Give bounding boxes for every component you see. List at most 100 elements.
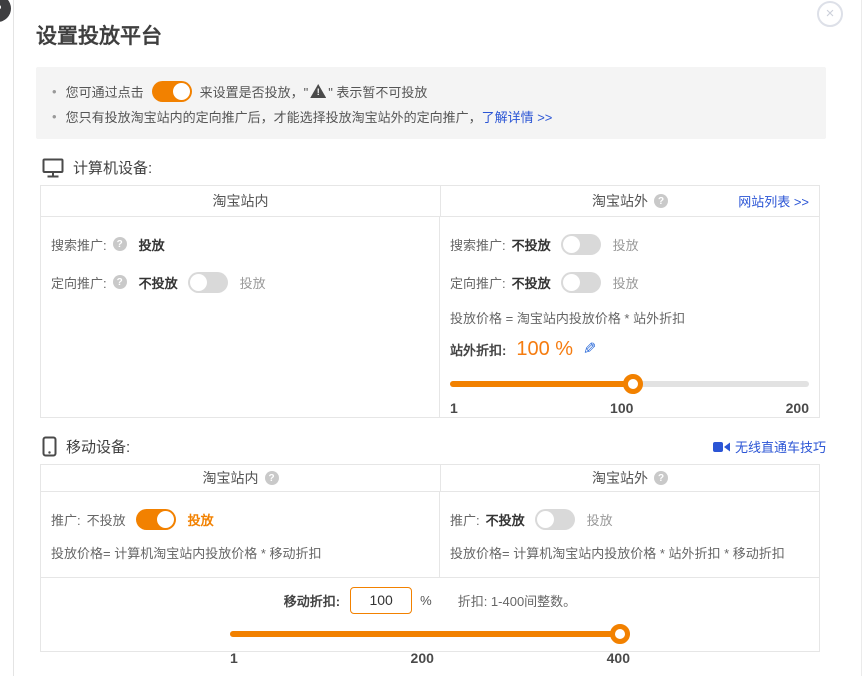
site-list-link[interactable]: 网站列表 >> — [738, 192, 809, 211]
toggle-knob — [563, 236, 580, 253]
off-state-label: 不投放 — [139, 273, 178, 292]
discount-label: 站外折扣: — [450, 340, 506, 359]
help-icon[interactable]: ? — [113, 275, 127, 289]
mobile-section-head: 移动设备: 无线直通车技巧 — [42, 436, 826, 457]
mobile-discount-slider: 1 200 400 — [220, 624, 640, 666]
computer-table: 淘宝站内 淘宝站外 ? 网站列表 >> 搜索推广: ? 投放 定向推广: ? 不… — [40, 185, 820, 418]
slider-labels: 1 200 400 — [230, 650, 630, 666]
slider-min-label: 1 — [230, 650, 238, 666]
percent-unit-label: % — [420, 593, 432, 608]
monitor-icon — [42, 158, 64, 178]
page-title: 设置投放平台 — [36, 20, 826, 50]
mobile-offsite-toggle[interactable] — [535, 509, 575, 530]
row-label: 搜索推广: — [51, 235, 107, 254]
on-state-label: 投放 — [613, 273, 639, 292]
search-promo-row: 搜索推广: 不投放 投放 — [440, 225, 819, 263]
on-state-label: 投放 — [188, 510, 214, 529]
mobile-offsite-cell: 推广: 不投放 投放 投放价格= 计算机淘宝站内投放价格 * 站外折扣 * 移动… — [440, 492, 819, 577]
header-label: 淘宝站内 — [203, 468, 259, 488]
off-state-label: 不投放 — [87, 510, 126, 529]
phone-icon — [42, 436, 57, 457]
off-state-label: 不投放 — [512, 273, 551, 292]
close-button[interactable]: × — [817, 1, 843, 27]
bullet-icon: • — [52, 109, 57, 124]
notice-text: 您可通过点击 — [66, 82, 144, 101]
mobile-onsite-price-formula: 投放价格= 计算机淘宝站内投放价格 * 移动折扣 — [41, 541, 439, 563]
target-promo-row: 定向推广: ? 不投放 投放 — [41, 263, 439, 301]
row-label: 推广: — [450, 510, 480, 529]
wireless-tips-link[interactable]: 无线直通车技巧 — [713, 437, 826, 456]
toggle-knob — [563, 274, 580, 291]
computer-section-title: 计算机设备: — [73, 157, 152, 178]
off-state-label: 不投放 — [486, 510, 525, 529]
warning-triangle-icon: ! — [310, 84, 326, 98]
row-label: 推广: — [51, 510, 81, 529]
mobile-discount-input[interactable] — [350, 587, 412, 614]
slider-mid-label: 200 — [411, 650, 434, 666]
header-taobao-onsite: 淘宝站内 ? — [41, 465, 441, 491]
notice-text: 来设置是否投放，" — [200, 82, 309, 101]
on-state-label: 投放 — [587, 510, 613, 529]
toggle-knob — [173, 83, 190, 100]
header-label: 淘宝站外 — [592, 468, 648, 488]
mobile-discount-label: 移动折扣: — [284, 591, 340, 610]
row-label: 定向推广: — [51, 273, 107, 292]
discount-value: 100 % — [516, 338, 573, 361]
toggle-knob — [190, 274, 207, 291]
target-promo-toggle[interactable] — [188, 272, 228, 293]
mobile-section-title: 移动设备: — [66, 436, 130, 457]
header-taobao-offsite: 淘宝站外 ? — [441, 465, 819, 491]
mobile-discount-line: 移动折扣: % 折扣: 1-400间整数。 — [41, 586, 819, 614]
mobile-table: 淘宝站内 ? 淘宝站外 ? 推广: 不投放 投放 投放价格= 计算机淘宝站内投放… — [40, 464, 820, 652]
demo-toggle[interactable] — [152, 81, 192, 102]
offsite-discount-line: 站外折扣: 100 % ✎ — [440, 334, 819, 364]
offsite-target-toggle[interactable] — [561, 272, 601, 293]
mobile-table-body: 推广: 不投放 投放 投放价格= 计算机淘宝站内投放价格 * 移动折扣 推广: … — [41, 492, 819, 577]
video-camera-icon — [713, 441, 730, 453]
promo-row: 推广: 不投放 投放 — [440, 500, 819, 538]
slider-max-label: 400 — [607, 650, 630, 666]
help-icon[interactable]: ? — [265, 471, 279, 485]
computer-table-header: 淘宝站内 淘宝站外 ? 网站列表 >> — [41, 186, 819, 217]
discount-range-hint: 折扣: 1-400间整数。 — [458, 591, 576, 610]
computer-offsite-cell: 搜索推广: 不投放 投放 定向推广: 不投放 投放 投放价格 = 淘宝站内投放价… — [440, 217, 819, 417]
wireless-tips-label: 无线直通车技巧 — [735, 437, 826, 456]
row-label: 搜索推广: — [450, 235, 506, 254]
promo-row: 推广: 不投放 投放 — [41, 500, 439, 538]
slider-handle[interactable] — [610, 624, 630, 644]
learn-more-link[interactable]: 了解详情 >> — [482, 107, 553, 126]
bullet-icon: • — [52, 84, 57, 99]
slider-mid-label: 100 — [610, 400, 633, 416]
mobile-offsite-price-formula: 投放价格= 计算机淘宝站内投放价格 * 站外折扣 * 移动折扣 — [440, 541, 819, 563]
mobile-onsite-toggle[interactable] — [136, 509, 176, 530]
on-state-label: 投放 — [613, 235, 639, 254]
notice-line-2: • 您只有投放淘宝站内的定向推广后，才能选择投放淘宝站外的定向推广， 了解详情 … — [52, 104, 810, 128]
notice-text: 您只有投放淘宝站内的定向推广后，才能选择投放淘宝站外的定向推广， — [66, 107, 482, 126]
computer-table-body: 搜索推广: ? 投放 定向推广: ? 不投放 投放 搜索推广: 不投放 投放 — [41, 217, 819, 417]
slider-max-label: 200 — [786, 400, 809, 416]
slider-min-label: 1 — [450, 400, 458, 416]
computer-section-head: 计算机设备: — [42, 157, 826, 178]
target-promo-row: 定向推广: 不投放 投放 — [440, 263, 819, 301]
set-platform-dialog: × 设置投放平台 • 您可通过点击 来设置是否投放，" ! " 表示暂不可投放 … — [0, 0, 864, 652]
mobile-discount-section: 移动折扣: % 折扣: 1-400间整数。 1 200 400 — [41, 577, 819, 651]
notice-line-1: • 您可通过点击 来设置是否投放，" ! " 表示暂不可投放 — [52, 78, 810, 104]
header-taobao-offsite: 淘宝站外 ? 网站列表 >> — [441, 186, 819, 216]
toggle-knob — [537, 511, 554, 528]
mobile-onsite-cell: 推广: 不投放 投放 投放价格= 计算机淘宝站内投放价格 * 移动折扣 — [41, 492, 440, 577]
offsite-discount-slider: 1 100 200 — [440, 374, 819, 416]
notice-text: " 表示暂不可投放 — [328, 82, 427, 101]
slider-labels: 1 100 200 — [450, 400, 809, 416]
help-icon[interactable]: ? — [654, 471, 668, 485]
notice-box: • 您可通过点击 来设置是否投放，" ! " 表示暂不可投放 • 您只有投放淘宝… — [36, 67, 826, 139]
edit-pencil-icon[interactable]: ✎ — [583, 339, 596, 359]
help-icon[interactable]: ? — [654, 194, 668, 208]
toggle-knob — [157, 511, 174, 528]
slider-handle[interactable] — [623, 374, 643, 394]
computer-onsite-cell: 搜索推广: ? 投放 定向推广: ? 不投放 投放 — [41, 217, 440, 417]
row-label: 定向推广: — [450, 273, 506, 292]
help-icon[interactable]: ? — [113, 237, 127, 251]
offsite-search-toggle[interactable] — [561, 234, 601, 255]
slider-fill — [230, 631, 630, 637]
offsite-price-formula: 投放价格 = 淘宝站内投放价格 * 站外折扣 — [440, 306, 819, 328]
